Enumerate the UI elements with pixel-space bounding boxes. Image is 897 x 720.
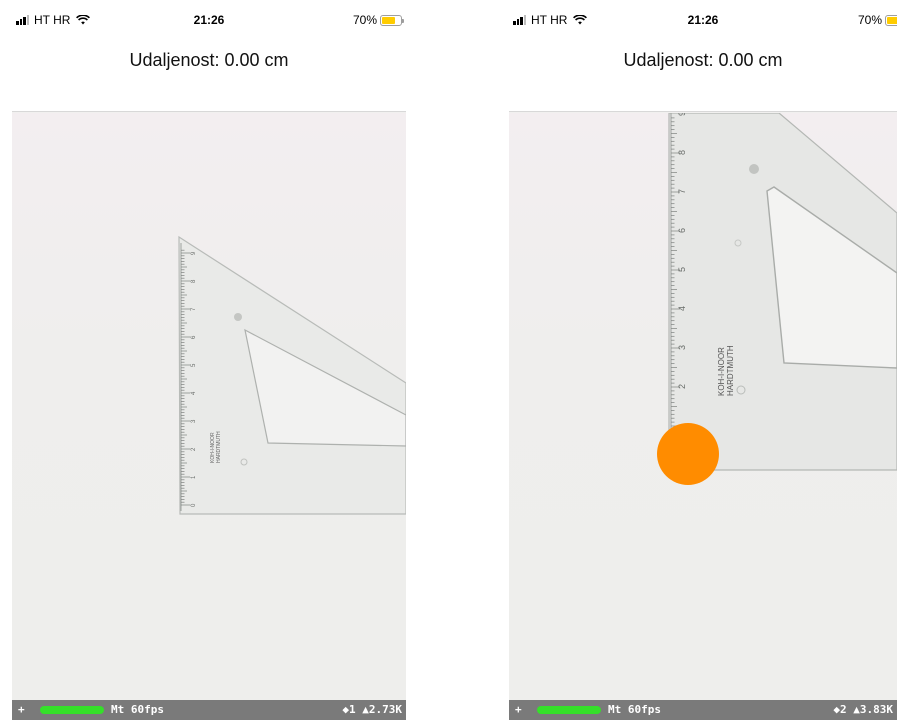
- battery-icon: [380, 14, 404, 26]
- battery-icon: [885, 14, 897, 26]
- ruler-number: 6: [677, 228, 687, 233]
- distance-label: Udaljenost: 0.00 cm: [623, 50, 783, 70]
- measurement-header: Udaljenost: 0.00 cm: [12, 32, 406, 112]
- measurement-point-marker[interactable]: [657, 423, 719, 485]
- status-time: 21:26: [687, 13, 719, 27]
- frame-time-meter: [537, 706, 601, 714]
- debug-expand-button[interactable]: +: [18, 703, 25, 716]
- frame-time-meter: [40, 706, 104, 714]
- battery-percent: 70%: [857, 13, 882, 27]
- ar-camera-view[interactable]: 0123456789 KOH-I-NOOR HARDTMUTH: [12, 113, 406, 700]
- ar-camera-view[interactable]: 123456789 KOH-I-NOOR HARDTMUTH: [509, 113, 897, 700]
- fps-readout: Mt 60fps: [111, 703, 164, 716]
- set-square-ruler-image: 123456789 KOH-I-NOOR HARDTMUTH: [668, 113, 897, 471]
- ruler-number: 8: [677, 150, 687, 155]
- ruler-brand-line-2: HARDTMUTH: [216, 431, 222, 463]
- measurement-header: Udaljenost: 0.00 cm: [509, 32, 897, 112]
- status-bar: HT HR 21:26 70%: [12, 10, 406, 32]
- ruler-number: 2: [677, 384, 687, 389]
- ruler-number: 7: [677, 189, 687, 194]
- ruler-number: 5: [677, 267, 687, 272]
- ruler-number: 4: [677, 306, 687, 311]
- ruler-number: 3: [677, 345, 687, 350]
- set-square-ruler-image: 0123456789 KOH-I-NOOR HARDTMUTH: [178, 235, 406, 515]
- debug-expand-button[interactable]: +: [515, 703, 522, 716]
- phone-screen-left: HT HR 21:26 70% Udaljenost: 0.00 cm 0123…: [12, 10, 406, 720]
- debug-stats-bar: + Mt 60fps ◆2 ▲3.83K: [509, 700, 897, 720]
- phone-screen-right: HT HR 21:26 70% Udaljenost: 0.00 cm 1234…: [509, 10, 897, 720]
- node-count-readout: ◆2 ▲3.83K: [833, 703, 893, 716]
- ruler-brand-line-2: HARDTMUTH: [726, 345, 735, 396]
- node-count-readout: ◆1 ▲2.73K: [342, 703, 402, 716]
- battery-percent: 70%: [352, 13, 377, 27]
- status-bar: HT HR 21:26 70%: [509, 10, 897, 32]
- debug-stats-bar: + Mt 60fps ◆1 ▲2.73K: [12, 700, 406, 720]
- ruler-brand-line-1: KOH-I-NOOR: [717, 347, 726, 396]
- distance-label: Udaljenost: 0.00 cm: [129, 50, 289, 70]
- ruler-number: 9: [677, 113, 687, 116]
- status-time: 21:26: [193, 13, 225, 27]
- fps-readout: Mt 60fps: [608, 703, 661, 716]
